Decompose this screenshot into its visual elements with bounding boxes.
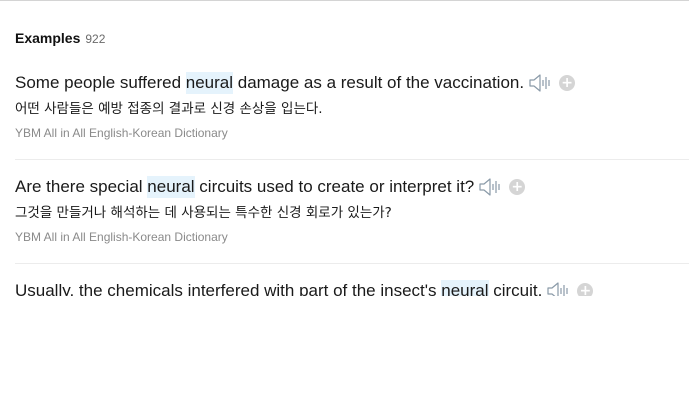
example-translation: 그것을 만들거나 해석하는 데 사용되는 특수한 신경 회로가 있는가? — [15, 205, 392, 221]
sentence-text: damage as a result of the vaccination. — [233, 73, 525, 92]
example-translation: 어떤 사람들은 예방 접종의 결과로 신경 손상을 입는다. — [15, 101, 323, 117]
examples-header: Examples 922 — [15, 30, 105, 48]
plus-icon[interactable]: + — [577, 283, 594, 296]
highlighted-term[interactable]: neural — [185, 72, 234, 94]
sentence-text: Are there special — [15, 177, 148, 196]
highlighted-term[interactable]: neural — [441, 280, 489, 296]
example-source: YBM All in All English-Korean Dictionary — [15, 126, 228, 140]
example-sentence: Usually, the chemicals interfered with p… — [15, 280, 689, 296]
examples-panel: Examples 922 Some people suffered neural… — [15, 0, 689, 296]
example-sentence: Some people suffered neural damage as a … — [15, 72, 689, 94]
example-item: Are there special neural circuits used t… — [15, 176, 689, 264]
plus-icon[interactable]: + — [509, 179, 526, 195]
example-item: Some people suffered neural damage as a … — [15, 72, 689, 160]
examples-title: Examples — [15, 30, 81, 46]
example-item: Usually, the chemicals interfered with p… — [15, 280, 689, 296]
example-source: YBM All in All English-Korean Dictionary — [15, 230, 228, 244]
speaker-icon[interactable] — [479, 178, 503, 196]
sentence-text: Usually, the chemicals interfered with p… — [15, 281, 442, 296]
sentence-text: circuits used to create or interpret it? — [194, 177, 475, 196]
sentence-text: circuit. — [488, 281, 543, 296]
examples-count: 922 — [85, 32, 106, 46]
sentence-text: Some people suffered — [15, 73, 186, 92]
speaker-icon[interactable] — [547, 282, 571, 296]
highlighted-term[interactable]: neural — [147, 176, 195, 198]
example-sentence: Are there special neural circuits used t… — [15, 176, 689, 198]
plus-icon[interactable]: + — [559, 75, 576, 91]
speaker-icon[interactable] — [529, 74, 553, 92]
